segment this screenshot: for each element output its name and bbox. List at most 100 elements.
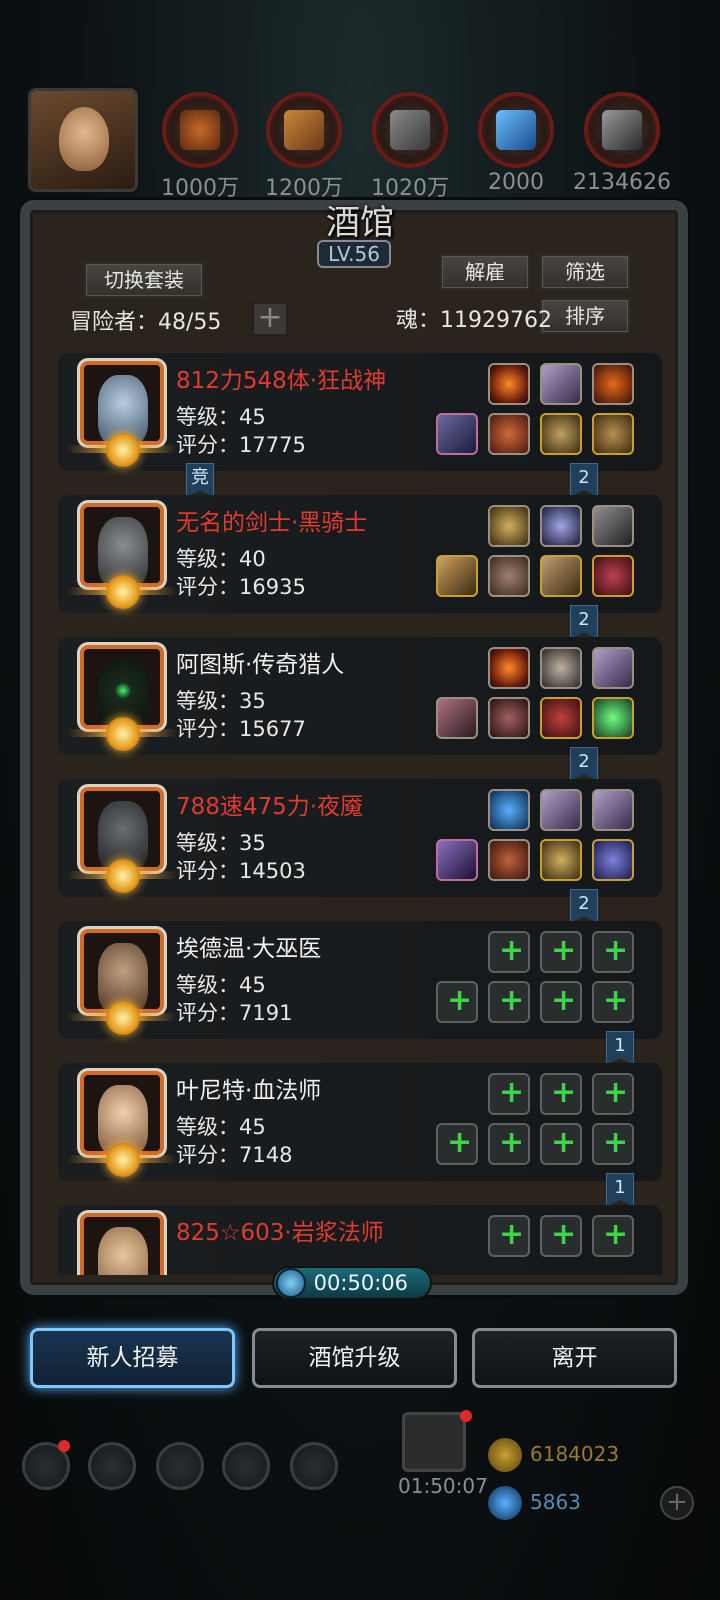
staff-icon[interactable]: [436, 839, 478, 881]
leave-button[interactable]: 离开: [472, 1328, 677, 1388]
hero-score: 评分：14503: [176, 859, 306, 883]
hero-row[interactable]: 812力548体·狂战神 等级：45 评分：17775: [58, 353, 662, 471]
gift-timer: 01:50:07: [398, 1474, 488, 1498]
hero-portrait[interactable]: [80, 1213, 164, 1275]
gauntlet-icon[interactable]: [540, 555, 582, 597]
ore-icon[interactable]: [162, 92, 238, 168]
map-icon[interactable]: [290, 1442, 338, 1490]
sword-icon[interactable]: [436, 555, 478, 597]
tavern-level: LV.56: [317, 240, 391, 268]
gem-amount: 5863: [530, 1490, 581, 1514]
empty-slot-icon[interactable]: [540, 1123, 582, 1165]
hero-level: 等级：45: [176, 973, 266, 997]
add-currency-button[interactable]: +: [660, 1486, 694, 1520]
clock-icon: [276, 1268, 306, 1298]
ring-icon[interactable]: [592, 839, 634, 881]
hero-row[interactable]: 阿图斯·传奇猎人 等级：35 评分：15677: [58, 637, 662, 755]
empty-slot-icon[interactable]: [436, 981, 478, 1023]
empty-slot-icon[interactable]: [592, 981, 634, 1023]
dismiss-button[interactable]: 解雇: [440, 254, 530, 290]
axe-icon[interactable]: [436, 413, 478, 455]
gold-amount: 6184023: [530, 1442, 620, 1466]
fire-rune-icon[interactable]: [488, 363, 530, 405]
empty-slot-icon[interactable]: [540, 1215, 582, 1257]
horn-icon[interactable]: [592, 505, 634, 547]
star-gem-icon: [106, 1001, 140, 1035]
gift-icon[interactable]: [402, 1412, 466, 1472]
gem-icon[interactable]: [592, 697, 634, 739]
notification-dot: [58, 1440, 70, 1452]
sort-button[interactable]: 排序: [540, 298, 630, 334]
water-rune-icon[interactable]: [488, 789, 530, 831]
ring-icon[interactable]: [592, 555, 634, 597]
hero-score: 评分：16935: [176, 575, 306, 599]
hero-score: 评分：17775: [176, 433, 306, 457]
hero-row[interactable]: 788速475力·夜魇 等级：35 评分：14503: [58, 779, 662, 897]
empty-slot-icon[interactable]: [592, 1215, 634, 1257]
rank-badge: 2: [570, 889, 598, 923]
feather-icon[interactable]: [592, 647, 634, 689]
feather-icon[interactable]: [592, 789, 634, 831]
orb-icon[interactable]: [540, 505, 582, 547]
hero-name: 阿图斯·传奇猎人: [176, 652, 345, 678]
hero-name: 埃德温·大巫医: [176, 936, 322, 962]
empty-slot-icon[interactable]: [488, 1215, 530, 1257]
empty-slot-icon[interactable]: [540, 1073, 582, 1115]
hero-icon[interactable]: [88, 1442, 136, 1490]
armor-icon[interactable]: [488, 555, 530, 597]
hero-level: 等级：40: [176, 547, 266, 571]
recruit-button[interactable]: 新人招募: [30, 1328, 235, 1388]
rank-badge: 1: [606, 1031, 634, 1065]
rank-badge: 1: [606, 1173, 634, 1207]
hero-row[interactable]: 825☆603·岩浆法师: [58, 1205, 662, 1275]
hero-list[interactable]: 812力548体·狂战神 等级：45 评分：17775 竞 2 无名的剑士·黑骑…: [40, 345, 680, 1275]
iron-icon[interactable]: [584, 92, 660, 168]
empty-slot-icon[interactable]: [436, 1123, 478, 1165]
hero-level: 等级：45: [176, 405, 266, 429]
empty-slot-icon[interactable]: [592, 1073, 634, 1115]
arena-badge: 竞: [186, 463, 214, 497]
empty-slot-icon[interactable]: [592, 931, 634, 973]
empty-slot-icon[interactable]: [488, 981, 530, 1023]
gauntlet-icon[interactable]: [540, 413, 582, 455]
cloak-icon[interactable]: [488, 697, 530, 739]
empty-slot-icon[interactable]: [540, 981, 582, 1023]
resource-bar: 1000万 1200万 1020万 2000 2134626: [0, 88, 720, 201]
armor-icon[interactable]: [488, 839, 530, 881]
empty-slot-icon[interactable]: [592, 1123, 634, 1165]
potion-icon[interactable]: [540, 647, 582, 689]
armor-icon[interactable]: [488, 413, 530, 455]
shield-icon[interactable]: [488, 505, 530, 547]
rank-badge: 2: [570, 463, 598, 497]
mail-icon[interactable]: [222, 1442, 270, 1490]
hero-level: 等级：45: [176, 1115, 266, 1139]
ring-icon[interactable]: [592, 413, 634, 455]
feather-icon[interactable]: [540, 363, 582, 405]
feather-icon[interactable]: [540, 789, 582, 831]
empty-slot-icon[interactable]: [540, 931, 582, 973]
crystal-icon[interactable]: [478, 92, 554, 168]
hero-row[interactable]: 叶尼特·血法师 等级：45 评分：7148: [58, 1063, 662, 1181]
fire-rune-icon[interactable]: [488, 647, 530, 689]
star-gem-icon: [106, 1143, 140, 1177]
filter-button[interactable]: 筛选: [540, 254, 630, 290]
star-gem-icon: [106, 433, 140, 467]
player-avatar[interactable]: [28, 88, 138, 192]
hero-row[interactable]: 无名的剑士·黑骑士 等级：40 评分：16935: [58, 495, 662, 613]
leaf-icon[interactable]: [592, 363, 634, 405]
amulet-icon[interactable]: [540, 697, 582, 739]
upgrade-tavern-button[interactable]: 酒馆升级: [252, 1328, 457, 1388]
stone-icon[interactable]: [372, 92, 448, 168]
wood-icon[interactable]: [266, 92, 342, 168]
add-slots-button[interactable]: +: [252, 302, 288, 336]
empty-slot-icon[interactable]: [488, 1123, 530, 1165]
empty-slot-icon[interactable]: [488, 931, 530, 973]
hero-row[interactable]: 埃德温·大巫医 等级：45 评分：7191: [58, 921, 662, 1039]
switch-outfit-button[interactable]: 切换套装: [84, 262, 204, 298]
hero-score: 评分：15677: [176, 717, 306, 741]
empty-slot-icon[interactable]: [488, 1073, 530, 1115]
ring-icon[interactable]: [540, 839, 582, 881]
hero-name: 叶尼特·血法师: [176, 1078, 322, 1104]
crossbow-icon[interactable]: [436, 697, 478, 739]
castle-icon[interactable]: [156, 1442, 204, 1490]
